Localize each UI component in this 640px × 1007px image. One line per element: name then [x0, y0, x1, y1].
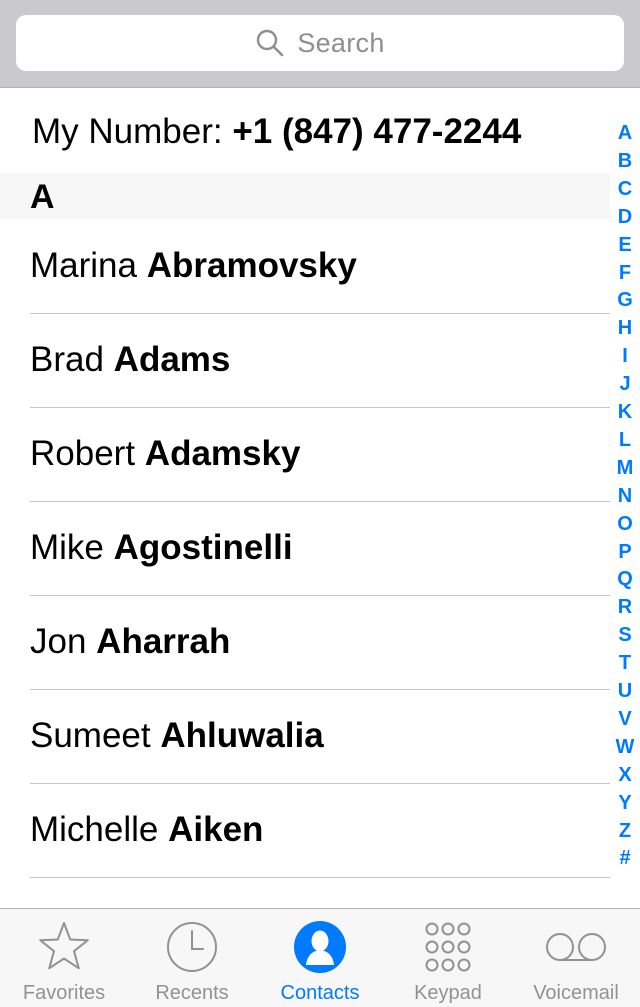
index-letter[interactable]: Z — [610, 818, 640, 844]
contact-last-name: Abramovsky — [146, 246, 357, 285]
contact-row[interactable]: Michelle Aiken — [0, 784, 610, 878]
star-icon — [39, 922, 89, 970]
index-letter[interactable]: H — [610, 315, 640, 341]
index-letter[interactable]: F — [610, 260, 640, 286]
index-letter[interactable]: J — [610, 371, 640, 397]
my-number-label: My Number: — [32, 112, 223, 151]
clock-icon — [167, 922, 217, 972]
index-letter[interactable]: X — [610, 762, 640, 788]
contact-first-name: Mike — [30, 528, 104, 567]
tab-keypad[interactable]: Keypad — [384, 909, 512, 1007]
search-icon — [257, 29, 284, 57]
my-number: My Number: +1 (847) 477-2244 — [32, 108, 521, 156]
index-letter[interactable]: A — [610, 120, 640, 146]
contacts-screen: Search My Number: +1 (847) 477-2244 A Ma… — [0, 0, 640, 1007]
tab-recents-label: Recents — [155, 982, 229, 1004]
contact-name: Brad Adams — [30, 340, 230, 380]
voicemail-icon — [546, 933, 606, 961]
contact-row[interactable]: Mike Agostinelli — [0, 502, 610, 596]
contact-row[interactable]: Brad Adams — [0, 314, 610, 408]
index-letter[interactable]: B — [610, 148, 640, 174]
contact-row[interactable]: Robert Adamsky — [0, 408, 610, 502]
tab-contacts[interactable]: Contacts — [256, 909, 384, 1007]
contact-first-name: Brad — [30, 340, 104, 379]
index-letter[interactable]: I — [610, 343, 640, 369]
search-bar: Search — [0, 0, 640, 88]
index-letter[interactable]: G — [610, 287, 640, 313]
alphabet-index[interactable]: A B C D E F G H I J K L M N O P Q R S T U V W X Y Z # — [610, 120, 640, 880]
contact-name: Michelle Aiken — [30, 810, 263, 850]
contact-row[interactable]: Sumeet Ahluwalia — [0, 690, 610, 784]
contact-last-name: Aiken — [168, 810, 264, 849]
search-input[interactable]: Search — [16, 15, 624, 71]
section-header: A — [0, 173, 610, 219]
index-letter[interactable]: C — [610, 176, 640, 202]
index-letter[interactable]: P — [610, 539, 640, 565]
index-letter[interactable]: W — [610, 734, 640, 760]
index-letter[interactable]: M — [610, 455, 640, 481]
index-letter[interactable]: O — [610, 511, 640, 537]
search-placeholder: Search — [297, 27, 385, 58]
my-number-value: +1 (847) 477-2244 — [232, 112, 522, 151]
index-letter[interactable]: D — [610, 204, 640, 230]
index-letter[interactable]: N — [610, 483, 640, 509]
keypad-icon — [425, 922, 471, 972]
tab-voicemail-label: Voicemail — [533, 982, 619, 1004]
contact-last-name: Aharrah — [96, 622, 231, 661]
index-letter[interactable]: U — [610, 678, 640, 704]
tab-favorites[interactable]: Favorites — [0, 909, 128, 1007]
contact-row[interactable]: Marina Abramovsky — [0, 220, 610, 314]
contact-name: Marina Abramovsky — [30, 246, 357, 286]
index-letter[interactable]: T — [610, 650, 640, 676]
index-letter[interactable]: S — [610, 622, 640, 648]
index-letter[interactable]: R — [610, 594, 640, 620]
contact-name: Jon Aharrah — [30, 622, 230, 662]
tab-bar: Favorites Recents Contacts Keypad Voicem… — [0, 908, 640, 1007]
contact-last-name: Adams — [113, 340, 231, 379]
index-letter[interactable]: # — [610, 845, 640, 871]
index-letter[interactable]: Y — [610, 790, 640, 816]
contact-first-name: Robert — [30, 434, 136, 473]
index-letter[interactable]: Q — [610, 566, 640, 592]
index-letter[interactable]: V — [610, 706, 640, 732]
contact-last-name: Adamsky — [144, 434, 301, 473]
index-letter[interactable]: E — [610, 232, 640, 258]
tab-voicemail[interactable]: Voicemail — [512, 909, 640, 1007]
tab-keypad-label: Keypad — [414, 982, 482, 1004]
contact-first-name: Jon — [30, 622, 87, 661]
index-letter[interactable]: L — [610, 427, 640, 453]
contact-last-name: Agostinelli — [113, 528, 293, 567]
section-header-letter: A — [30, 178, 55, 216]
contact-first-name: Sumeet — [30, 716, 151, 755]
person-icon — [294, 921, 346, 973]
contact-name: Sumeet Ahluwalia — [30, 716, 324, 756]
contact-name: Mike Agostinelli — [30, 528, 293, 568]
contact-first-name: Marina — [30, 246, 137, 285]
tab-favorites-label: Favorites — [22, 982, 106, 1004]
index-letter[interactable]: K — [610, 399, 640, 425]
contact-name: Robert Adamsky — [30, 434, 300, 474]
contact-list: Marina Abramovsky Brad Adams Robert Adam… — [0, 220, 610, 878]
contact-first-name: Michelle — [30, 810, 159, 849]
tab-contacts-label: Contacts — [280, 982, 360, 1004]
contact-row[interactable]: Jon Aharrah — [0, 596, 610, 690]
contact-last-name: Ahluwalia — [160, 716, 324, 755]
tab-recents[interactable]: Recents — [128, 909, 256, 1007]
